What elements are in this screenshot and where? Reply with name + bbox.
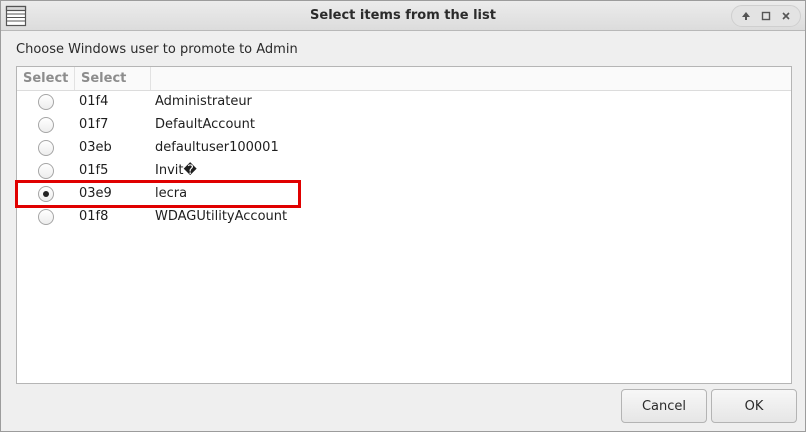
row-radio[interactable] bbox=[38, 117, 54, 133]
keep-above-icon[interactable] bbox=[738, 8, 754, 24]
table-row[interactable]: 01f8 WDAGUtilityAccount bbox=[17, 206, 791, 229]
ok-button[interactable]: OK bbox=[711, 389, 797, 423]
row-radio[interactable] bbox=[38, 94, 54, 110]
row-name: lecra bbox=[155, 186, 188, 201]
row-id: 01f5 bbox=[79, 163, 109, 178]
row-radio[interactable] bbox=[38, 209, 54, 225]
row-name: Administrateur bbox=[155, 94, 252, 109]
column-header-select-2[interactable]: Select bbox=[75, 67, 151, 90]
prompt-label: Choose Windows user to promote to Admin bbox=[16, 42, 298, 57]
row-name: defaultuser100001 bbox=[155, 140, 279, 155]
row-id: 03eb bbox=[79, 140, 112, 155]
table-row[interactable]: 01f5 Invit� bbox=[17, 160, 791, 183]
window-controls bbox=[731, 5, 801, 27]
table-row[interactable]: 03eb defaultuser100001 bbox=[17, 137, 791, 160]
row-id: 01f4 bbox=[79, 94, 109, 109]
table-row[interactable]: 01f4 Administrateur bbox=[17, 91, 791, 114]
row-id: 01f7 bbox=[79, 117, 109, 132]
window-title: Select items from the list bbox=[310, 8, 496, 23]
list-header: Select Select bbox=[17, 67, 791, 91]
column-header-select[interactable]: Select bbox=[17, 67, 75, 90]
dialog-window: Select items from the list Choose Window… bbox=[0, 0, 806, 432]
table-row[interactable]: 03e9 lecra bbox=[17, 183, 791, 206]
row-id: 03e9 bbox=[79, 186, 112, 201]
title-bar[interactable]: Select items from the list bbox=[1, 1, 805, 31]
maximize-icon[interactable] bbox=[758, 8, 774, 24]
row-radio[interactable] bbox=[38, 140, 54, 156]
table-row[interactable]: 01f7 DefaultAccount bbox=[17, 114, 791, 137]
row-id: 01f8 bbox=[79, 209, 109, 224]
row-name: WDAGUtilityAccount bbox=[155, 209, 288, 224]
row-name: Invit� bbox=[155, 163, 197, 178]
close-icon[interactable] bbox=[778, 8, 794, 24]
row-name: DefaultAccount bbox=[155, 117, 255, 132]
row-radio[interactable] bbox=[38, 163, 54, 179]
user-list[interactable]: Select Select 01f4 Administrateur 01f7 D… bbox=[16, 66, 792, 384]
cancel-button[interactable]: Cancel bbox=[621, 389, 707, 423]
row-radio[interactable] bbox=[38, 186, 54, 202]
